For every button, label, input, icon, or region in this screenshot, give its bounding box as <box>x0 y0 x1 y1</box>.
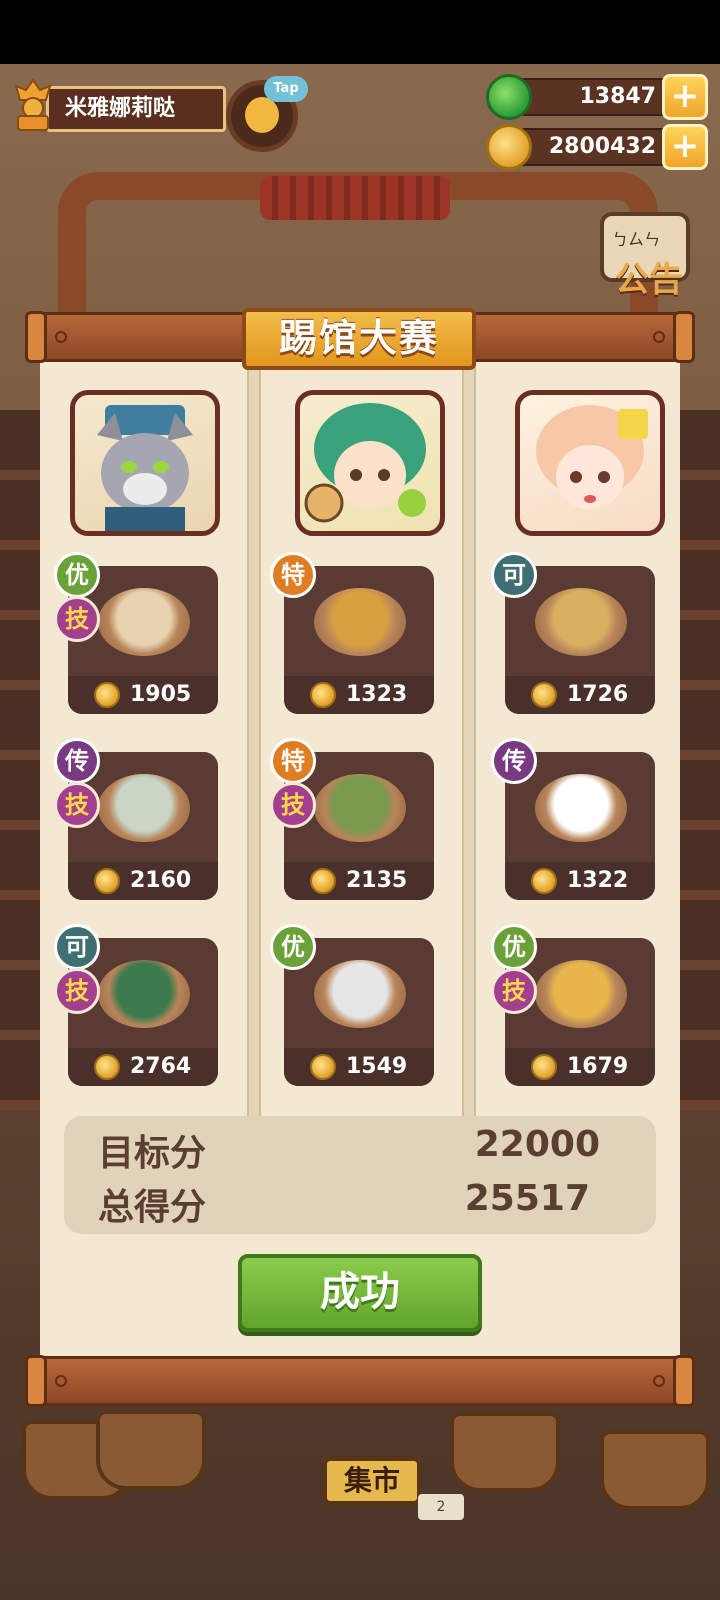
dish-price: 1905 <box>130 682 192 707</box>
gold-coin-icon <box>486 124 532 170</box>
total-score-label: 总得分 <box>98 1187 207 1228</box>
gold-coin-icon <box>310 1054 336 1080</box>
dish-grade-badge: 传 <box>491 738 537 784</box>
dish-price: 1549 <box>346 1054 408 1079</box>
scroll-pin <box>55 331 67 343</box>
page-marker: 2 <box>418 1494 464 1520</box>
dish-grade-badge: 特 <box>270 552 316 598</box>
notice-scribble: ㄅㄙㄣ <box>612 230 661 249</box>
dish-price: 1679 <box>567 1054 629 1079</box>
dish-price: 1323 <box>346 682 408 707</box>
gold-coin-icon <box>94 682 120 708</box>
dish-grade-badge: 特 <box>270 738 316 784</box>
dish-price: 1726 <box>567 682 629 707</box>
add-jade-button[interactable]: + <box>662 74 708 120</box>
skill-badge: 技 <box>54 596 100 642</box>
chef-portrait-green[interactable] <box>295 390 445 536</box>
left-shelf <box>0 410 40 1110</box>
dish-icon <box>314 774 406 842</box>
target-score-value: 22000 <box>474 1124 600 1165</box>
total-score-value: 25517 <box>464 1178 590 1219</box>
column-divider <box>462 356 476 1116</box>
scroll-rod-bottom <box>25 1355 695 1407</box>
dish-price: 2135 <box>346 868 408 893</box>
green-chef-icon <box>304 403 426 523</box>
panel-title: 踢馆大赛 <box>242 308 476 370</box>
column-divider <box>247 356 261 1116</box>
scroll-pin <box>653 331 665 343</box>
target-score-label: 目标分 <box>98 1133 207 1174</box>
dish-icon <box>535 960 627 1028</box>
dish-price: 1322 <box>567 868 629 893</box>
scroll-cap <box>25 311 47 363</box>
dish-icon <box>535 774 627 842</box>
dish-grade-badge: 可 <box>54 924 100 970</box>
gold-coin-icon <box>310 682 336 708</box>
scroll-pin <box>653 1375 665 1387</box>
add-gold-button[interactable]: + <box>662 124 708 170</box>
dish-icon <box>314 960 406 1028</box>
gold-coin-icon <box>531 1054 557 1080</box>
dish-icon <box>98 960 190 1028</box>
player-name: 米雅娜莉哒 <box>46 86 226 132</box>
dish-icon <box>314 588 406 656</box>
gold-coin-icon <box>310 868 336 894</box>
scroll-pin <box>55 1375 67 1387</box>
gold-coin-icon <box>94 868 120 894</box>
arch-rope <box>260 176 450 220</box>
skill-badge: 技 <box>270 782 316 828</box>
avatar-face <box>245 97 279 133</box>
jade-currency: 13847 + <box>486 74 712 120</box>
skill-badge: 技 <box>491 968 537 1014</box>
chef-portrait-wolf[interactable] <box>70 390 220 536</box>
gold-coin-icon <box>531 682 557 708</box>
dish-grade-badge: 优 <box>270 924 316 970</box>
player-badge[interactable]: 米雅娜莉哒 <box>6 78 226 136</box>
food-basket <box>96 1410 206 1490</box>
dish-price: 2764 <box>130 1054 192 1079</box>
wolf-chef-icon <box>97 405 193 531</box>
dish-grade-badge: 传 <box>54 738 100 784</box>
market-button[interactable]: 集市 <box>322 1456 422 1506</box>
gold-coin-icon <box>94 1054 120 1080</box>
scroll-cap <box>673 311 695 363</box>
tap-label[interactable]: Tap <box>264 76 308 102</box>
dish-grade-badge: 优 <box>491 924 537 970</box>
food-basket <box>600 1430 710 1510</box>
score-summary: 目标分 22000 总得分 25517 <box>64 1116 656 1234</box>
skill-badge: 技 <box>54 968 100 1014</box>
chef-rank-icon <box>14 78 52 131</box>
gold-coin-icon <box>531 868 557 894</box>
chef-portrait-peach[interactable] <box>515 390 665 536</box>
status-bar <box>0 0 720 64</box>
peach-chef-icon <box>536 405 648 509</box>
notice-label[interactable]: 公告 <box>615 252 683 301</box>
dish-icon <box>98 588 190 656</box>
food-basket <box>450 1412 560 1492</box>
dish-icon <box>535 588 627 656</box>
scroll-cap <box>25 1355 47 1407</box>
skill-badge: 技 <box>54 782 100 828</box>
gold-currency: 2800432 + <box>486 124 712 170</box>
right-shelf <box>680 410 720 1110</box>
jade-icon <box>486 74 532 120</box>
dish-price: 2160 <box>130 868 192 893</box>
dish-icon <box>98 774 190 842</box>
scroll-cap <box>673 1355 695 1407</box>
success-button[interactable]: 成功 <box>238 1254 482 1332</box>
dish-grade-badge: 可 <box>491 552 537 598</box>
dish-grade-badge: 优 <box>54 552 100 598</box>
